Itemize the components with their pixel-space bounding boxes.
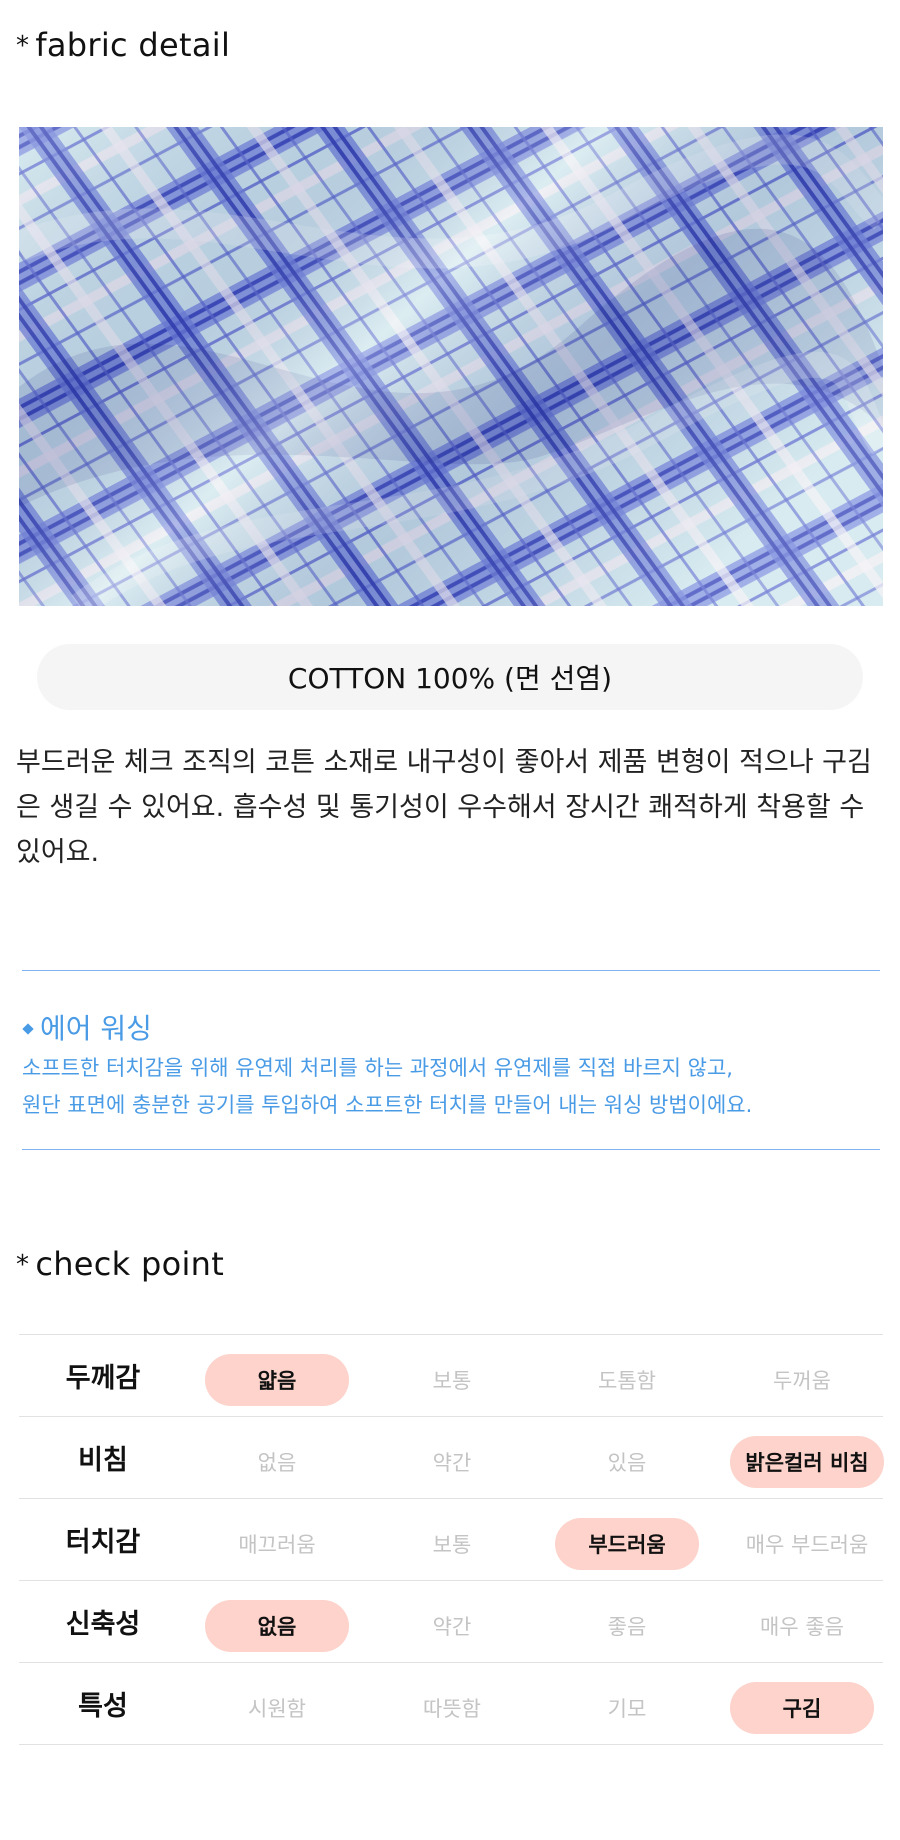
check-point-title: * check point — [16, 1245, 224, 1283]
row-label: 두께감 — [65, 1363, 141, 1394]
option-pill: 두꺼움 — [773, 1369, 831, 1393]
title-star: * — [16, 31, 30, 61]
fabric-detail-title-text: fabric detail — [35, 26, 231, 64]
row-label: 특성 — [78, 1691, 128, 1722]
air-washing-description: 소프트한 터치감을 위해 유연제 처리를 하는 과정에서 유연제를 직접 바르지… — [22, 1050, 880, 1124]
air-washing-title-text: 에어 워싱 — [40, 1012, 152, 1045]
check-row-thickness: 두께감 얇음 보통 도톰함 두꺼움 — [19, 1335, 883, 1417]
option-pill: 약간 — [432, 1615, 472, 1639]
air-washing-title: 에어 워싱 — [22, 1007, 152, 1047]
option-pill-selected: 구김 — [730, 1682, 874, 1734]
check-row-characteristic: 특성 시원함 따뜻함 기모 구김 — [19, 1663, 883, 1745]
option-pill: 기모 — [607, 1697, 647, 1721]
row-label: 터치감 — [65, 1527, 141, 1558]
fabric-detail-title: * fabric detail — [16, 26, 230, 64]
option-pill: 시원함 — [248, 1697, 306, 1721]
option-pill: 도톰함 — [598, 1369, 656, 1393]
option-pill: 매끄러움 — [238, 1533, 316, 1557]
air-washing-line-1: 소프트한 터치감을 위해 유연제 처리를 하는 과정에서 유연제를 직접 바르지… — [22, 1056, 733, 1080]
fabric-description: 부드러운 체크 조직의 코튼 소재로 내구성이 좋아서 제품 변형이 적으나 구… — [16, 747, 872, 868]
option-pill-selected: 부드러움 — [555, 1518, 699, 1570]
check-row-stretch: 신축성 없음 약간 좋음 매우 좋음 — [19, 1581, 883, 1663]
option-pill: 좋음 — [607, 1615, 647, 1639]
fabric-photo — [19, 127, 883, 606]
option-pill: 있음 — [607, 1451, 647, 1475]
air-washing-box: 에어 워싱 소프트한 터치감을 위해 유연제 처리를 하는 과정에서 유연제를 … — [22, 970, 880, 1150]
air-washing-line-2: 원단 표면에 충분한 공기를 투입하여 소프트한 터치를 만들어 내는 워싱 방… — [22, 1093, 753, 1117]
option-pill-selected: 없음 — [205, 1600, 349, 1652]
option-pill-selected: 얇음 — [205, 1354, 349, 1406]
check-point-title-text: check point — [35, 1245, 225, 1283]
option-pill: 약간 — [432, 1451, 472, 1475]
option-pill: 보통 — [432, 1369, 472, 1393]
row-label: 신축성 — [65, 1609, 141, 1640]
option-pill: 매우 좋음 — [760, 1615, 844, 1639]
material-composition-pill: COTTON 100% (면 선염) — [37, 644, 863, 710]
option-pill: 매우 부드러움 — [745, 1533, 869, 1557]
row-label: 비침 — [78, 1445, 128, 1476]
title-star: * — [16, 1250, 30, 1280]
option-pill: 보통 — [432, 1533, 472, 1557]
diamond-bullet-icon — [22, 1023, 34, 1035]
option-pill: 없음 — [257, 1451, 297, 1475]
option-pill: 따뜻함 — [423, 1697, 481, 1721]
option-pill-selected: 밝은컬러 비침 — [730, 1436, 884, 1488]
check-row-see-through: 비침 없음 약간 있음 밝은컬러 비침 — [19, 1417, 884, 1499]
check-row-touch: 터치감 매끄러움 보통 부드러움 매우 부드러움 — [19, 1499, 883, 1581]
check-point-table: 두께감 얇음 보통 도톰함 두꺼움 비침 없음 약간 있음 밝은컬러 비침 터치… — [19, 1334, 884, 1745]
